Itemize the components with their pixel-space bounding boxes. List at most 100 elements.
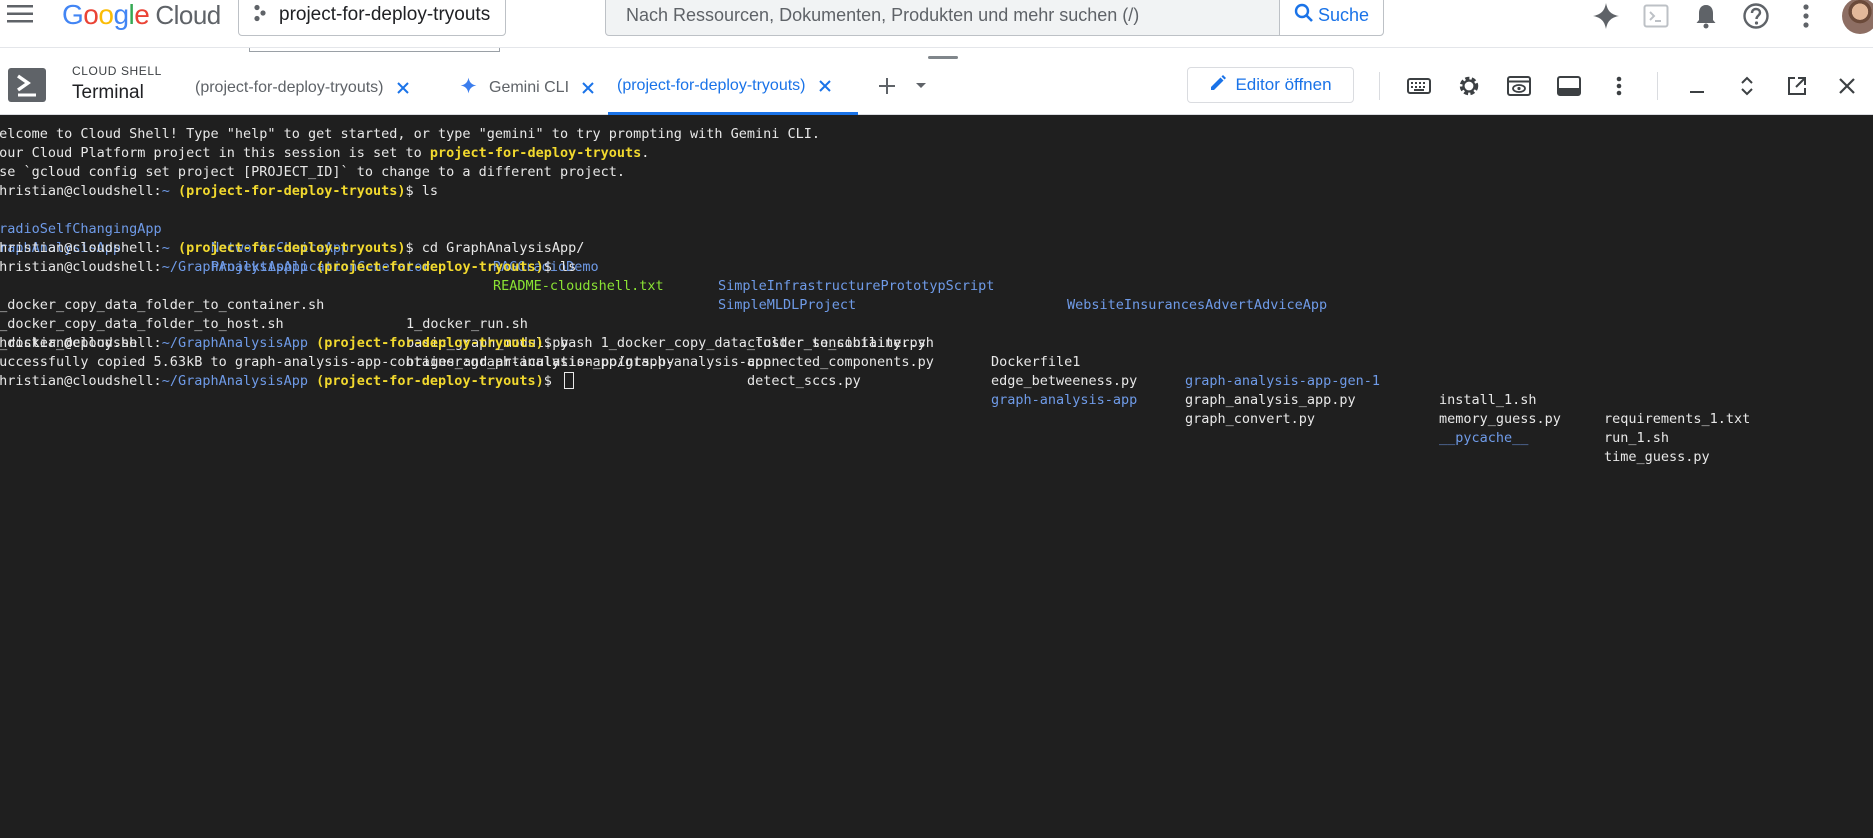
- expand-icon[interactable]: [1731, 70, 1763, 102]
- ls-output-row: GradioSelfChangingApp NetworksChoiceApp …: [0, 201, 1591, 313]
- prompt-line: christian@cloudshell:~/GraphAnalysisApp …: [0, 258, 576, 277]
- pencil-icon: [1209, 74, 1227, 97]
- terminal-tab-gemini[interactable]: Gemini CLI: [460, 60, 595, 115]
- tab-label: (project-for-deploy-tryouts): [617, 77, 806, 94]
- shell-title: Terminal: [72, 82, 144, 103]
- project-name: project-for-deploy-tryouts: [279, 4, 491, 25]
- more-vert-icon[interactable]: [1790, 0, 1822, 32]
- dir-entry: __pycache__: [1439, 430, 1529, 446]
- project-id: project-for-deploy-tryouts: [429, 145, 642, 161]
- close-icon[interactable]: [396, 81, 410, 95]
- toolbar-divider: [1657, 72, 1658, 100]
- close-icon[interactable]: [1831, 70, 1863, 102]
- minimize-icon[interactable]: [1681, 70, 1713, 102]
- prompt-line: christian@cloudshell:~/GraphAnalysisApp …: [0, 372, 574, 391]
- search-button-label: Suche: [1317, 4, 1370, 25]
- open-editor-label: Editor öffnen: [1235, 75, 1332, 94]
- file-entry: detect_sccs.py: [747, 373, 861, 389]
- prompt-dir: ~/GraphAnalysisApp: [161, 373, 308, 389]
- bell-icon[interactable]: [1690, 0, 1722, 32]
- gear-icon[interactable]: [1453, 70, 1485, 102]
- prompt-project: (project-for-deploy-tryouts): [177, 183, 406, 199]
- logo-letter: g: [113, 0, 129, 30]
- close-icon[interactable]: [818, 79, 832, 93]
- open-in-new-window-icon[interactable]: [1781, 70, 1813, 102]
- dir-entry: graph-analysis-app: [991, 392, 1138, 408]
- ls-output-row: 1_docker_copy_data_folder_to_host.sh bas…: [0, 296, 1861, 446]
- prompt-dir: ~: [161, 240, 170, 256]
- file-entry: install_1.sh: [1439, 392, 1537, 408]
- open-editor-button[interactable]: Editor öffnen: [1187, 67, 1354, 103]
- terminal-icon: [8, 68, 46, 102]
- top-header: Google Cloud project-for-deploy-tryouts …: [0, 0, 1873, 48]
- logo-cloud-text: Cloud: [155, 0, 221, 30]
- terminal-line: Use `gcloud config set project [PROJECT_…: [0, 164, 625, 180]
- gemini-icon[interactable]: [1590, 0, 1622, 32]
- file-entry: Dockerfile1: [991, 354, 1081, 370]
- logo-letter: o: [98, 0, 114, 30]
- ls-output-row: GraphAnalysisApp ProjektApplicationGener…: [0, 220, 1591, 313]
- command: $ bash 1_docker_copy_data_folder_to_cont…: [543, 335, 934, 351]
- keyboard-icon[interactable]: [1403, 70, 1435, 102]
- command: $ ls: [543, 259, 577, 275]
- terminal-line: Your Cloud Platform project in this sess…: [0, 144, 649, 163]
- file-entry: memory_guess.py: [1439, 411, 1561, 427]
- cloud-shell-toolbar: CLOUD SHELL Terminal (project-for-deploy…: [0, 60, 1873, 115]
- tab-label: (project-for-deploy-tryouts): [195, 78, 384, 96]
- layout-panel-icon[interactable]: [1553, 70, 1585, 102]
- file-entry: graph_analysis_app.py: [1185, 392, 1356, 408]
- avatar[interactable]: [1842, 0, 1873, 34]
- prompt-project: (project-for-deploy-tryouts): [177, 240, 406, 256]
- command: $: [543, 373, 560, 389]
- terminal-line: Welcome to Cloud Shell! Type "help" to g…: [0, 126, 821, 142]
- file-entry: graph_convert.py: [1185, 411, 1316, 427]
- file-entry: connected_components.py: [747, 354, 934, 370]
- shell-caption: CLOUD SHELL: [72, 64, 162, 78]
- web-preview-icon[interactable]: [1503, 70, 1535, 102]
- ls-output-row: 1_docker_deploy.sh briges_and_articulati…: [0, 315, 1861, 465]
- file-entry: run_1.sh: [1604, 430, 1670, 446]
- prompt-line: christian@cloudshell:~/GraphAnalysisApp …: [0, 334, 934, 353]
- text: .: [641, 145, 650, 161]
- ls-output-row: 1_docker_copy_data_folder_to_container.s…: [0, 277, 1861, 427]
- logo-letter: G: [62, 0, 84, 30]
- project-picker[interactable]: project-for-deploy-tryouts: [238, 0, 506, 36]
- chevron-down-icon[interactable]: [905, 70, 937, 102]
- logo-google-text: Google: [62, 0, 150, 31]
- text: Your Cloud Platform project in this sess…: [0, 145, 430, 161]
- terminal-output[interactable]: Welcome to Cloud Shell! Type "help" to g…: [0, 115, 1873, 838]
- prompt-user: christian@cloudshell:: [0, 240, 162, 256]
- cloud-shell-icon[interactable]: [1640, 0, 1672, 32]
- file-entry: requirements_1.txt: [1604, 411, 1751, 427]
- tab-outline: [249, 48, 500, 52]
- prompt-line: christian@cloudshell:~ (project-for-depl…: [0, 239, 584, 258]
- terminal-line: Successfully copied 5.63kB to graph-anal…: [0, 354, 772, 370]
- prompt-user: christian@cloudshell:: [0, 335, 162, 351]
- logo-letter: e: [134, 0, 150, 30]
- prompt-project: (project-for-deploy-tryouts): [316, 373, 544, 389]
- help-icon[interactable]: [1740, 0, 1772, 32]
- toolbar-divider: [1379, 72, 1380, 100]
- search-button[interactable]: Suche: [1279, 0, 1383, 35]
- command: $ cd GraphAnalysisApp/: [405, 240, 585, 256]
- add-tab-icon[interactable]: [871, 70, 903, 102]
- menu-icon[interactable]: [6, 0, 34, 28]
- prompt-line: christian@cloudshell:~ (project-for-depl…: [0, 182, 438, 201]
- close-icon[interactable]: [581, 81, 595, 95]
- resize-handle[interactable]: [928, 56, 958, 59]
- file-entry: edge_betweeness.py: [991, 373, 1138, 389]
- search-input[interactable]: [606, 0, 1279, 36]
- more-vert-icon[interactable]: [1603, 70, 1635, 102]
- text-cursor: [563, 372, 574, 389]
- search-box: Suche: [605, 0, 1384, 36]
- terminal-tab-3[interactable]: (project-for-deploy-tryouts): [608, 60, 858, 115]
- terminal-tab-1[interactable]: (project-for-deploy-tryouts): [195, 60, 410, 115]
- google-cloud-logo[interactable]: Google Cloud: [62, 0, 221, 30]
- prompt-project: (project-for-deploy-tryouts): [316, 259, 544, 275]
- file-entry: time_guess.py: [1604, 449, 1710, 465]
- prompt-dir: ~: [161, 183, 170, 199]
- project-hub-icon: [253, 4, 267, 27]
- prompt-user: christian@cloudshell:: [0, 373, 162, 389]
- prompt-project: (project-for-deploy-tryouts): [316, 335, 544, 351]
- prompt-dir: ~/GraphAnalysisApp: [161, 259, 308, 275]
